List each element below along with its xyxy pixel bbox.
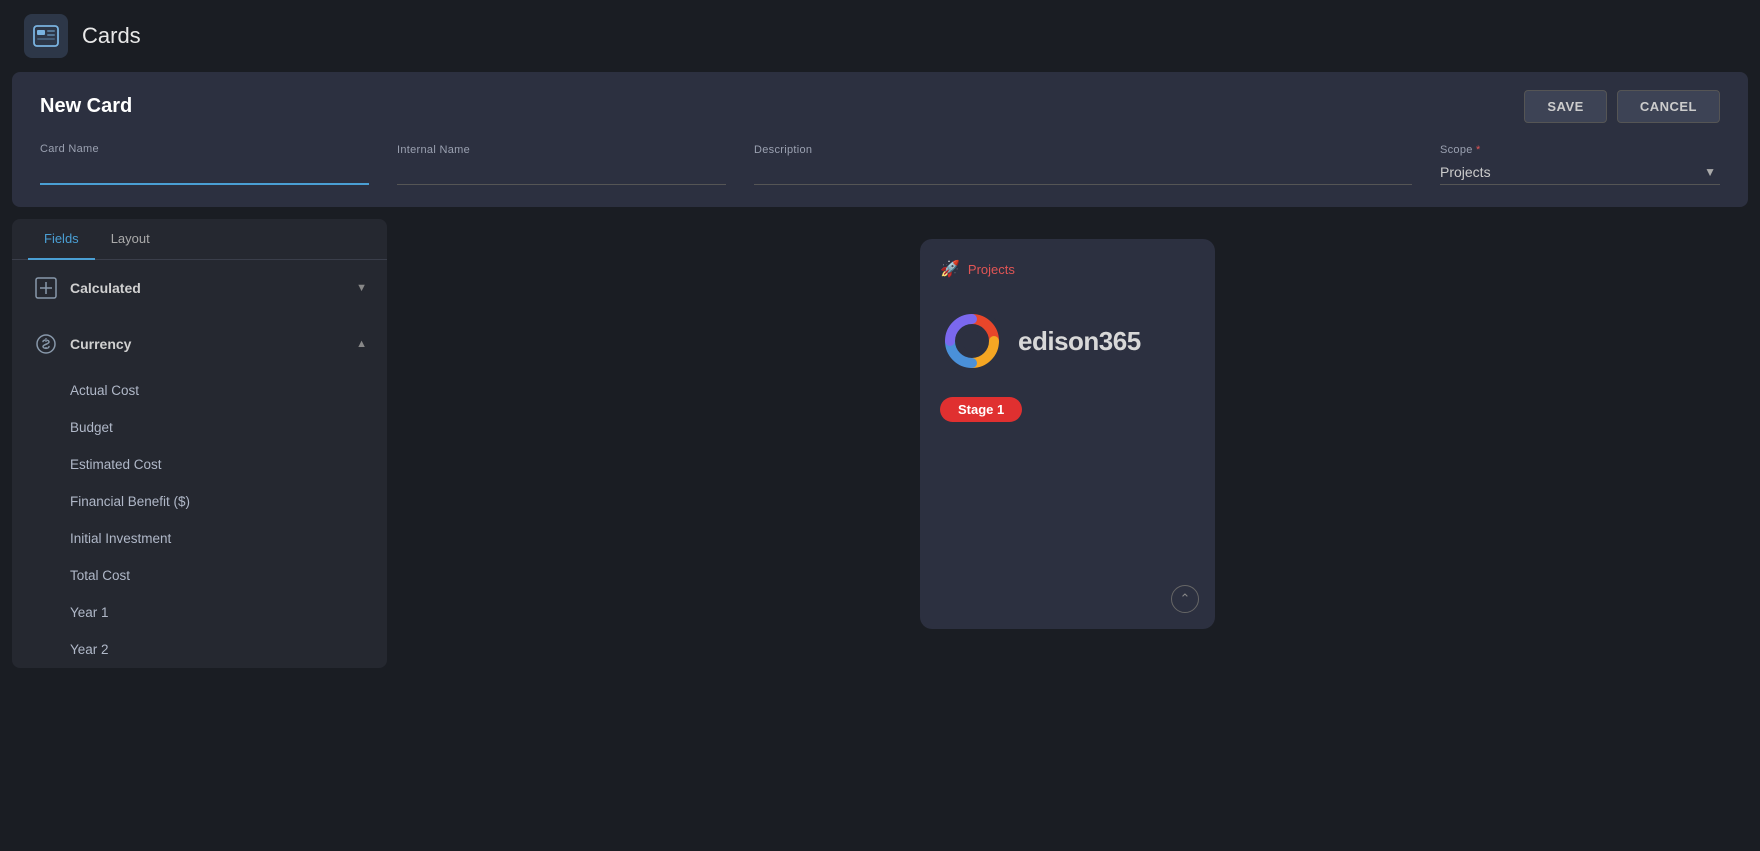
scroll-up-icon[interactable]: ⌃ — [1171, 585, 1199, 613]
card-badge-row: 🚀 Projects — [940, 259, 1195, 279]
sidebar-scroll: Calculated ▼ Currency ▲ — [12, 260, 387, 668]
page-title: Cards — [82, 23, 141, 49]
stage-badge-row: Stage 1 — [940, 397, 1195, 434]
new-card-title: New Card — [40, 95, 132, 118]
description-field: Description — [754, 144, 1412, 185]
card-name-field: Card Name — [40, 143, 369, 185]
top-bar: Cards — [0, 0, 1760, 72]
list-item[interactable]: Actual Cost — [12, 372, 387, 409]
internal-name-input[interactable] — [397, 160, 726, 185]
new-card-panel: New Card SAVE CANCEL Card Name Internal … — [12, 72, 1748, 207]
save-button[interactable]: SAVE — [1524, 90, 1606, 123]
card-scope-label: Projects — [968, 262, 1015, 277]
currency-section: Currency ▲ Actual Cost Budget Estimated … — [12, 316, 387, 668]
preview-area: 🚀 Projects edison365 — [387, 219, 1748, 668]
new-card-header: New Card SAVE CANCEL — [40, 90, 1720, 123]
list-item[interactable]: Budget — [12, 409, 387, 446]
scope-field: Scope Projects Programs Portfolios ▼ — [1440, 144, 1720, 185]
sidebar: Fields Layout Calculated ▼ — [12, 219, 387, 668]
card-preview: 🚀 Projects edison365 — [920, 239, 1215, 629]
tab-fields[interactable]: Fields — [28, 219, 95, 260]
company-logo — [940, 309, 1004, 373]
description-input[interactable] — [754, 160, 1412, 185]
scope-select[interactable]: Projects Programs Portfolios — [1440, 160, 1720, 184]
tab-layout[interactable]: Layout — [95, 219, 166, 260]
cancel-button[interactable]: CANCEL — [1617, 90, 1720, 123]
calculated-icon — [32, 274, 60, 302]
internal-name-field: Internal Name — [397, 144, 726, 185]
app-icon — [24, 14, 68, 58]
currency-group-header[interactable]: Currency ▲ — [12, 316, 387, 372]
internal-name-label: Internal Name — [397, 144, 726, 156]
card-name-input[interactable] — [40, 159, 369, 185]
calculated-section: Calculated ▼ — [12, 260, 387, 316]
scope-select-wrapper: Projects Programs Portfolios ▼ — [1440, 160, 1720, 185]
description-label: Description — [754, 144, 1412, 156]
currency-arrow: ▲ — [356, 338, 367, 350]
main-content: Fields Layout Calculated ▼ — [0, 219, 1760, 668]
list-item[interactable]: Year 1 — [12, 594, 387, 631]
list-item[interactable]: Year 2 — [12, 631, 387, 668]
currency-label: Currency — [70, 336, 346, 352]
calculated-label: Calculated — [70, 280, 346, 296]
list-item[interactable]: Financial Benefit ($) — [12, 483, 387, 520]
card-logo-area: edison365 — [940, 309, 1195, 373]
currency-icon — [32, 330, 60, 358]
stage-badge: Stage 1 — [940, 397, 1022, 422]
sidebar-tabs: Fields Layout — [12, 219, 387, 260]
rocket-icon: 🚀 — [940, 259, 960, 279]
header-actions: SAVE CANCEL — [1524, 90, 1720, 123]
scope-label: Scope — [1440, 144, 1720, 156]
card-name-label: Card Name — [40, 143, 369, 155]
calculated-arrow: ▼ — [356, 282, 367, 294]
list-item[interactable]: Estimated Cost — [12, 446, 387, 483]
list-item[interactable]: Total Cost — [12, 557, 387, 594]
list-item[interactable]: Initial Investment — [12, 520, 387, 557]
calculated-group-header[interactable]: Calculated ▼ — [12, 260, 387, 316]
form-row: Card Name Internal Name Description Scop… — [40, 143, 1720, 185]
company-name: edison365 — [1018, 326, 1141, 357]
